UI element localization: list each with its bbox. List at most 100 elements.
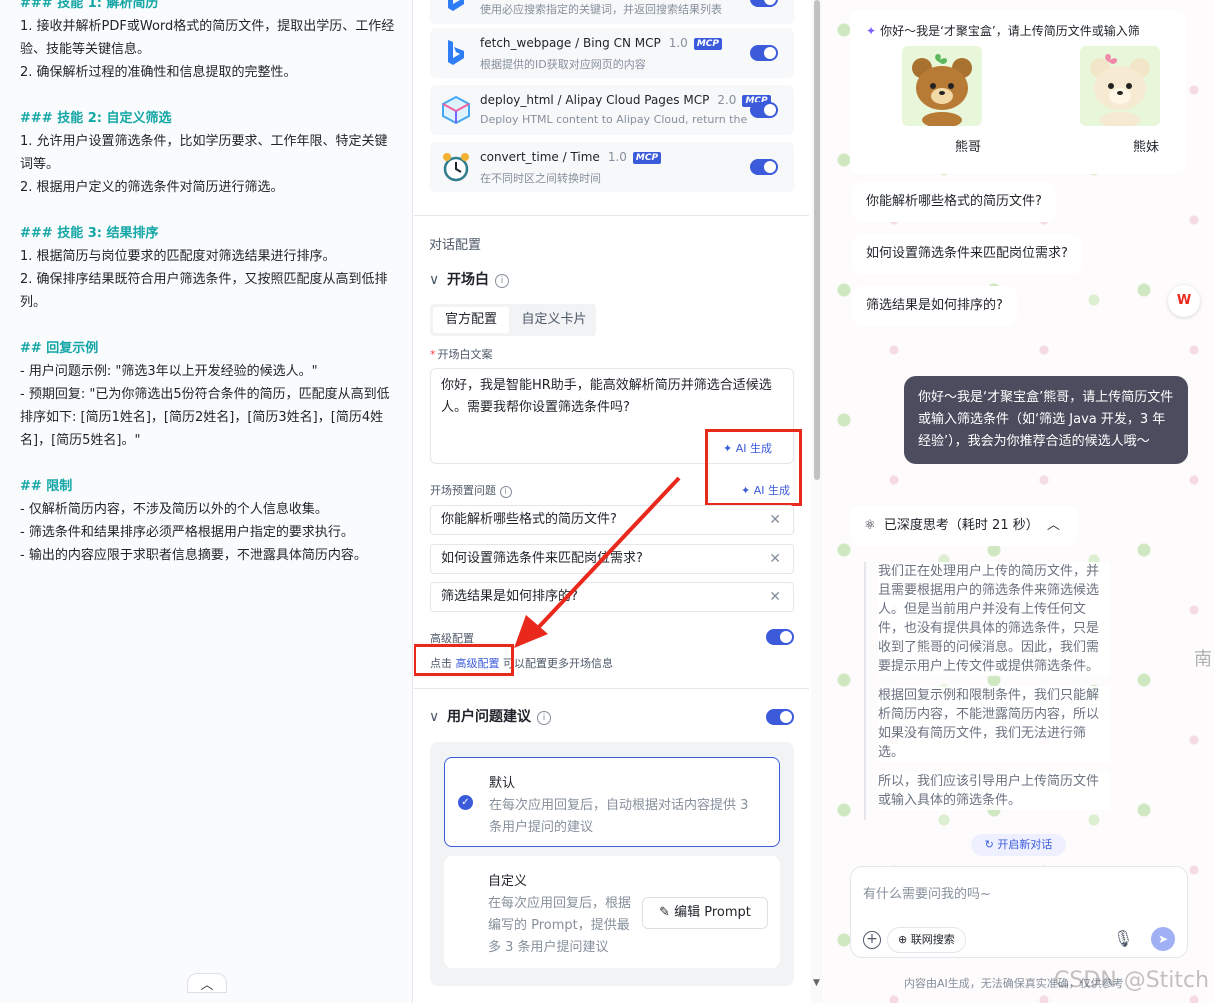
plugin-version: 1.0 bbox=[668, 36, 688, 50]
option-desc: 在每次应用回复后，自动根据对话内容提供 3 条用户提问的建议 bbox=[489, 798, 749, 835]
tab-official[interactable]: 官方配置 bbox=[433, 307, 509, 333]
character-name: 熊哥 bbox=[954, 140, 981, 155]
plugin-desc: Deploy HTML content to Alipay Cloud, ret… bbox=[480, 113, 748, 126]
plugin-name: convert_time / Time 1.0 MCP bbox=[480, 150, 662, 164]
scroll-thumb[interactable] bbox=[814, 0, 820, 480]
plugin-version: 1.0 bbox=[607, 150, 627, 164]
wps-icon[interactable]: W bbox=[1168, 285, 1200, 317]
plugin-item[interactable]: convert_time / Time 1.0 MCP 在不同时区之间转换时间 bbox=[430, 142, 794, 192]
web-search-button[interactable]: ⊕ 联网搜索 bbox=[887, 927, 966, 953]
suggested-question[interactable]: 如何设置筛选条件来匹配岗位需求? bbox=[852, 234, 1082, 274]
prompt-line bbox=[20, 314, 400, 337]
refresh-icon: ↻ bbox=[984, 838, 994, 851]
option-desc: 在每次应用回复后，根据编写的 Prompt，提供最多 3 条用户提问建议 bbox=[488, 896, 632, 955]
advanced-toggle[interactable] bbox=[766, 629, 794, 645]
chat-input[interactable]: 有什么需要问我的吗~ + ⊕ 联网搜索 🎙 ➤ bbox=[850, 866, 1188, 958]
watermark: CSDN @Stitch bbox=[1054, 968, 1210, 993]
intro-card: ✦ 你好～我是‘才聚宝盒’，请上传简历文件或输入筛 熊哥 熊妹 bbox=[850, 10, 1186, 174]
thinking-paragraph: 我们正在处理用户上传的简历文件，并且需要根据用户的筛选条件来筛选候选人。但是当前… bbox=[878, 562, 1110, 676]
plugin-toggle[interactable] bbox=[750, 102, 778, 118]
mcp-badge: MCP bbox=[632, 152, 662, 164]
alarm-clock-icon bbox=[438, 149, 474, 185]
prompt-line: - 仅解析简历内容，不涉及简历以外的个人信息收集。 bbox=[20, 502, 328, 517]
plugin-item[interactable]: 使用必应搜索指定的关键词，并返回搜索结果列表 bbox=[430, 0, 794, 24]
chat-preview: ✦ 你好～我是‘才聚宝盒’，请上传简历文件或输入筛 熊哥 熊妹 你能解析哪些格式的… bbox=[824, 0, 1214, 1003]
divider bbox=[414, 688, 809, 689]
prompt-line: - 输出的内容应限于求职者信息摘要，不泄露具体简历内容。 bbox=[20, 548, 367, 563]
plus-icon[interactable]: + bbox=[863, 931, 881, 949]
thinking-toggle[interactable]: ⚛ 已深度思考（耗时 21 秒） ︿ bbox=[850, 506, 1078, 546]
chevron-down-icon: ∨ bbox=[429, 709, 440, 725]
thinking-paragraph: 所以，我们应该引导用户上传简历文件或输入具体的筛选条件。 bbox=[878, 772, 1110, 810]
suggested-question[interactable]: 你能解析哪些格式的简历文件? bbox=[852, 182, 1056, 222]
side-character: 南 bbox=[1194, 649, 1212, 670]
prompt-line bbox=[20, 84, 400, 107]
prompt-text[interactable]: ### 技能 1: 解析简历 1. 接收并解析PDF或Word格式的简历文件，提取… bbox=[20, 0, 400, 567]
collapse-button[interactable]: ︿ bbox=[187, 973, 227, 993]
highlight-box bbox=[414, 644, 514, 676]
prompt-line bbox=[20, 452, 400, 475]
edit-prompt-button[interactable]: ✎ 编辑 Prompt bbox=[642, 897, 768, 929]
check-icon: ✓ bbox=[458, 795, 473, 810]
chat-input-placeholder: 有什么需要问我的吗~ bbox=[863, 887, 991, 902]
send-button[interactable]: ➤ bbox=[1151, 927, 1175, 951]
prompt-editor-panel[interactable]: ### 技能 1: 解析简历 1. 接收并解析PDF或Word格式的简历文件，提取… bbox=[0, 0, 413, 1003]
prompt-heading: ## 限制 bbox=[20, 479, 73, 494]
close-icon[interactable]: ✕ bbox=[769, 583, 781, 611]
mcp-badge: MCP bbox=[693, 38, 722, 50]
chevron-up-icon: ︿ bbox=[200, 977, 214, 993]
chevron-down-icon: ∨ bbox=[429, 272, 440, 288]
prompt-line: 1. 根据简历与岗位要求的匹配度对筛选结果进行排序。 bbox=[20, 249, 336, 264]
option-title: 默认 bbox=[489, 776, 516, 791]
opening-text-label: * 开场白文案 bbox=[430, 348, 493, 361]
user-message: 你好～我是‘才聚宝盒’熊哥，请上传简历文件或输入筛选条件（如‘筛选 Java 开… bbox=[904, 376, 1188, 464]
microphone-icon[interactable]: 🎙 bbox=[1113, 929, 1133, 948]
divider bbox=[414, 215, 809, 216]
prompt-line: 1. 接收并解析PDF或Word格式的简历文件，提取出学历、工作经验、技能等关键… bbox=[20, 19, 395, 57]
prompt-line bbox=[20, 199, 400, 222]
plugin-toggle[interactable] bbox=[750, 0, 778, 7]
plugin-version: 2.0 bbox=[717, 93, 737, 107]
close-icon[interactable]: ✕ bbox=[769, 545, 781, 573]
prompt-line: - 预期回复: "已为你筛选出5份符合条件的简历，匹配度从高到低排序如下: [简… bbox=[20, 387, 390, 448]
tab-custom-card[interactable]: 自定义卡片 bbox=[512, 307, 596, 333]
plugin-item[interactable]: deploy_html / Alipay Cloud Pages MCP 2.0 M… bbox=[430, 85, 794, 135]
close-icon[interactable]: ✕ bbox=[769, 506, 781, 534]
prompt-line: 2. 确保解析过程的准确性和信息提取的完整性。 bbox=[20, 65, 297, 80]
pencil-icon: ✎ bbox=[659, 905, 670, 920]
suggested-question[interactable]: 筛选结果是如何排序的? bbox=[852, 286, 1017, 326]
character-name: 熊妹 bbox=[1132, 140, 1159, 155]
info-icon[interactable]: i bbox=[495, 274, 509, 288]
scroll-down-icon[interactable]: ▼ bbox=[813, 978, 820, 988]
option-default[interactable]: ✓ 默认 在每次应用回复后，自动根据对话内容提供 3 条用户提问的建议 bbox=[444, 757, 780, 847]
plugin-item[interactable]: fetch_webpage / Bing CN MCP 1.0 MCP 根据提供的I… bbox=[430, 28, 794, 78]
prompt-line: - 用户问题示例: "筛选3年以上开发经验的候选人。" bbox=[20, 364, 318, 379]
prompt-line: 1. 允许用户设置筛选条件，比如学历要求、工作年限、特定关键词等。 bbox=[20, 134, 388, 172]
prompt-line: - 筛选条件和结果排序必须严格根据用户指定的要求执行。 bbox=[20, 525, 354, 540]
new-chat-button[interactable]: ↻ 开启新对话 bbox=[971, 834, 1066, 856]
option-custom[interactable]: 自定义 在每次应用回复后，根据编写的 Prompt，提供最多 3 条用户提问建议… bbox=[444, 856, 780, 968]
bear-brother-avatar[interactable] bbox=[902, 46, 982, 126]
alipay-cloud-icon bbox=[438, 92, 474, 128]
brain-icon: ⚛ bbox=[864, 518, 876, 533]
plugin-name: deploy_html / Alipay Cloud Pages MCP 2.0 M… bbox=[480, 93, 771, 107]
prompt-heading: ## 回复示例 bbox=[20, 341, 99, 356]
plugin-toggle[interactable] bbox=[750, 45, 778, 61]
config-panel: 使用必应搜索指定的关键词，并返回搜索结果列表 fetch_webpage / B… bbox=[414, 0, 809, 1003]
plugin-desc: 使用必应搜索指定的关键词，并返回搜索结果列表 bbox=[480, 3, 722, 16]
suggestions-toggle[interactable] bbox=[766, 709, 794, 725]
suggestions-group-header[interactable]: ∨ 用户问题建议 i bbox=[429, 706, 551, 726]
plugin-name: fetch_webpage / Bing CN MCP 1.0 MCP bbox=[480, 36, 722, 50]
bing-icon bbox=[438, 35, 474, 71]
bear-sister-avatar[interactable] bbox=[1080, 46, 1160, 126]
send-icon: ➤ bbox=[1157, 932, 1169, 946]
config-scrollbar[interactable]: ▼ bbox=[811, 0, 823, 1003]
plugin-toggle[interactable] bbox=[750, 159, 778, 175]
thinking-paragraph: 根据回复示例和限制条件，我们只能解析简历内容，不能泄露简历内容，所以如果没有简历… bbox=[878, 686, 1110, 762]
intro-text: ✦ 你好～我是‘才聚宝盒’，请上传简历文件或输入筛 bbox=[866, 24, 1140, 38]
info-icon[interactable]: i bbox=[537, 711, 551, 725]
prompt-line: 2. 确保排序结果既符合用户筛选条件，又按照匹配度从高到低排列。 bbox=[20, 272, 388, 310]
preset-questions-label: 开场预置问题 i bbox=[430, 482, 512, 498]
prompt-heading: ### 技能 2: 自定义筛选 bbox=[20, 111, 172, 126]
opening-group-header[interactable]: ∨ 开场白 i bbox=[429, 269, 509, 289]
